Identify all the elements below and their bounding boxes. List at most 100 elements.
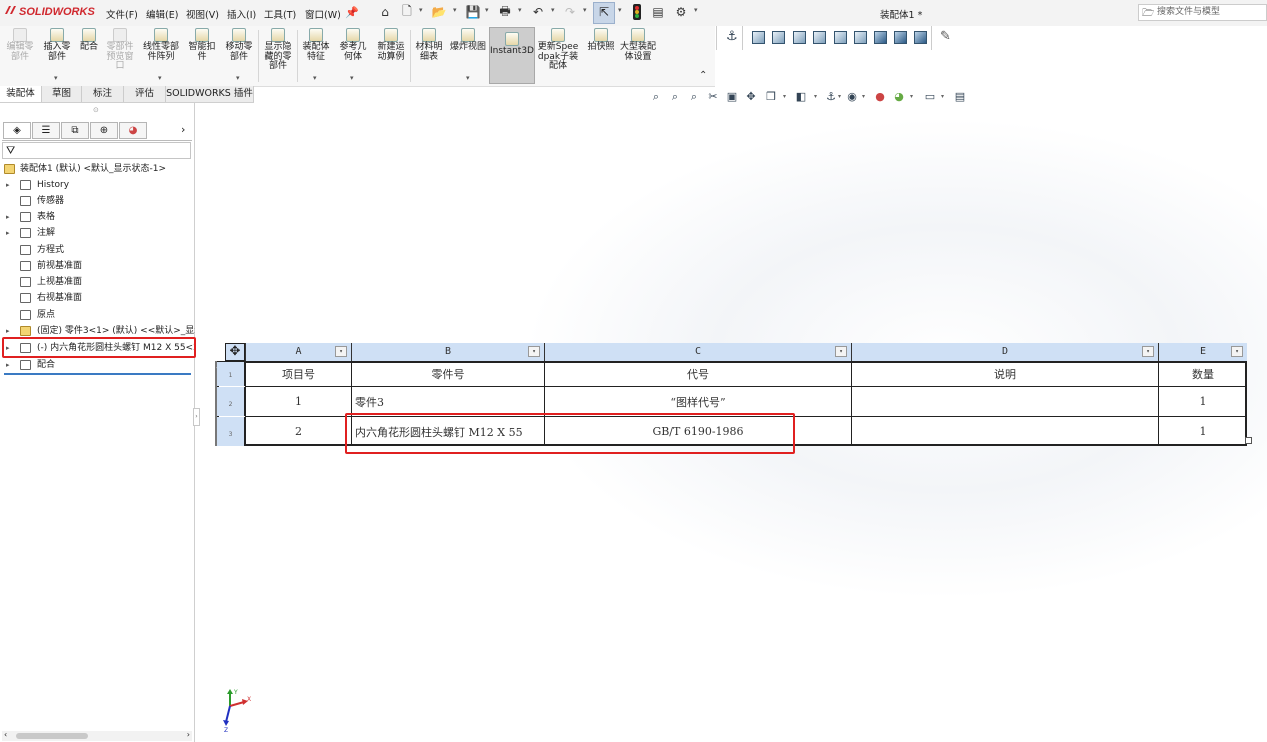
file-properties-icon[interactable]: ▤ <box>650 4 666 20</box>
take-snapshot-button[interactable]: 拍快照 <box>584 28 618 53</box>
bom-header-cell[interactable]: 数量 <box>1158 361 1247 386</box>
column-dropdown-icon[interactable]: ▾ <box>835 346 847 357</box>
trimetric-view-cube-icon[interactable] <box>894 31 907 44</box>
new-motion-study-button[interactable]: 新建运动算例 <box>374 28 408 62</box>
redo-icon[interactable]: ↷ <box>562 4 578 20</box>
tree-item-equations[interactable]: 方程式 <box>0 242 195 258</box>
tab-evaluate[interactable]: 评估 <box>124 86 166 102</box>
view-settings-dropdown-icon[interactable]: ▾ <box>941 93 944 100</box>
print-dropdown-icon[interactable]: ▾ <box>518 6 522 14</box>
isometric-view-cube-icon[interactable] <box>874 31 887 44</box>
bom-column-header-e[interactable]: E ▾ <box>1158 343 1247 361</box>
display-style-dropdown-icon[interactable]: ▾ <box>814 93 817 100</box>
exploded-view-button[interactable]: 爆炸视图 <box>450 28 486 53</box>
top-view-cube-icon[interactable] <box>834 31 847 44</box>
bom-row-header[interactable]: 2 <box>217 387 245 416</box>
assembly-features-button[interactable]: 装配体特征 <box>299 28 333 62</box>
scroll-thumb[interactable] <box>16 733 88 739</box>
undo-dropdown-icon[interactable]: ▾ <box>551 6 555 14</box>
home-icon[interactable]: ⌂ <box>377 4 393 20</box>
save-dropdown-icon[interactable]: ▾ <box>485 6 489 14</box>
linear-pattern-dropdown-icon[interactable]: ▾ <box>158 74 162 82</box>
assembly-features-dropdown-icon[interactable]: ▾ <box>313 74 317 82</box>
reference-geometry-dropdown-icon[interactable]: ▾ <box>350 74 354 82</box>
column-dropdown-icon[interactable]: ▾ <box>528 346 540 357</box>
tree-item-history[interactable]: ▸ History <box>0 177 195 193</box>
bom-cell[interactable]: 零件3 <box>351 386 544 416</box>
menu-edit[interactable]: 编辑(E) <box>146 7 178 21</box>
panel-collapse-arrow-icon[interactable]: › <box>193 408 200 426</box>
new-dropdown-icon[interactable]: ▾ <box>419 6 423 14</box>
bom-cell[interactable]: 2 <box>245 416 351 446</box>
display-style-icon[interactable]: ◧ <box>795 91 807 103</box>
pencil-icon[interactable]: ✎ <box>940 29 951 44</box>
tree-item-top-plane[interactable]: 上视基准面 <box>0 274 195 290</box>
select-dropdown-icon[interactable]: ▾ <box>618 6 622 14</box>
open-folder-icon[interactable]: 📂 <box>431 4 447 20</box>
feature-manager-tab-icon[interactable]: ◈ <box>3 122 31 139</box>
tree-item-mates[interactable]: ▸ 配合 <box>0 357 195 373</box>
panel-horizontal-scrollbar[interactable]: ‹ › <box>2 730 192 741</box>
bom-button[interactable]: 材料明细表 <box>412 28 446 62</box>
menu-file[interactable]: 文件(F) <box>106 7 138 21</box>
view-settings-monitor-icon[interactable]: ▭ <box>924 91 936 103</box>
move-component-dropdown-icon[interactable]: ▾ <box>236 74 240 82</box>
scene-dropdown-icon[interactable]: ▾ <box>910 93 913 100</box>
bom-cell[interactable] <box>851 386 1158 416</box>
search-input[interactable]: 🗁 搜索文件与模型 <box>1138 4 1267 21</box>
tree-item-annotations[interactable]: ▸ 注解 <box>0 225 195 241</box>
solidworks-logo[interactable]: SOLIDWORKS <box>4 5 95 18</box>
tree-item-sensors[interactable]: 传感器 <box>0 193 195 209</box>
smart-fasteners-button[interactable]: 智能扣件 <box>185 28 219 62</box>
expand-arrow-icon[interactable]: ▸ <box>6 357 10 373</box>
options-dropdown-icon[interactable]: ▾ <box>694 6 698 14</box>
appearance-ball-icon[interactable]: ● <box>874 91 886 103</box>
open-dropdown-icon[interactable]: ▾ <box>453 6 457 14</box>
dimxpert-manager-tab-icon[interactable]: ⊕ <box>90 122 118 139</box>
view-orientation-dropdown-icon[interactable]: ▾ <box>783 93 786 100</box>
table-move-handle-icon[interactable]: ✥ <box>225 343 245 361</box>
hide-show-dropdown-icon[interactable]: ▾ <box>838 93 841 100</box>
tree-filter-input[interactable]: ⛛ <box>2 142 191 159</box>
scroll-right-arrow-icon[interactable]: › <box>187 730 190 739</box>
move-component-button[interactable]: 移动零部件 <box>222 28 256 62</box>
zoom-to-area-icon[interactable]: ⌕ <box>669 91 681 103</box>
rebuild-traffic-light-icon[interactable] <box>629 4 645 20</box>
bom-row-header[interactable]: 1 <box>217 362 245 386</box>
front-view-cube-icon[interactable] <box>752 31 765 44</box>
component-preview-button[interactable]: 零部件预览窗口 <box>104 28 136 72</box>
bom-header-cell[interactable]: 项目号 <box>245 361 351 386</box>
bom-header-cell[interactable]: 零件号 <box>351 361 544 386</box>
update-speedpak-button[interactable]: 更新Speedpak子装配体 <box>537 28 579 72</box>
tree-item-right-plane[interactable]: 右视基准面 <box>0 290 195 306</box>
save-icon[interactable]: 💾 <box>465 4 481 20</box>
tab-markup[interactable]: 标注 <box>82 86 124 102</box>
redo-dropdown-icon[interactable]: ▾ <box>583 6 587 14</box>
exploded-view-dropdown-icon[interactable]: ▾ <box>466 74 470 82</box>
new-document-icon[interactable]: 🗋 <box>399 4 415 20</box>
right-view-cube-icon[interactable] <box>813 31 826 44</box>
display-manager-tab-icon[interactable]: ◕ <box>119 122 147 139</box>
expand-arrow-icon[interactable]: ▸ <box>6 209 10 225</box>
bottom-view-cube-icon[interactable] <box>854 31 867 44</box>
large-assembly-settings-button[interactable]: 大型装配体设置 <box>620 28 656 62</box>
edit-appearance-eye-icon[interactable]: ◉ <box>846 91 858 103</box>
eye-dropdown-icon[interactable]: ▾ <box>862 93 865 100</box>
bom-cell[interactable]: 1 <box>245 386 351 416</box>
bom-column-header-b[interactable]: B ▾ <box>351 343 544 361</box>
property-manager-tab-icon[interactable]: ☰ <box>32 122 60 139</box>
select-button[interactable]: ⇱ <box>593 2 615 24</box>
bom-cell[interactable]: “图样代号” <box>544 386 851 416</box>
bom-cell[interactable]: 1 <box>1158 386 1247 416</box>
tree-rollback-bar[interactable] <box>4 373 191 375</box>
collapse-ribbon-chevron-icon[interactable]: ⌃ <box>699 70 707 81</box>
dynamic-annotation-icon[interactable]: ▣ <box>726 91 738 103</box>
instant3d-button[interactable]: Instant3D <box>489 27 535 84</box>
tab-solidworks-addins[interactable]: SOLIDWORKS 插件 <box>166 86 254 102</box>
bom-header-cell[interactable]: 代号 <box>544 361 851 386</box>
table-resize-handle[interactable] <box>1245 437 1252 444</box>
dimetric-view-cube-icon[interactable] <box>914 31 927 44</box>
column-dropdown-icon[interactable]: ▾ <box>1231 346 1243 357</box>
back-view-cube-icon[interactable] <box>772 31 785 44</box>
tree-root-assembly[interactable]: 装配体1 (默认) <默认_显示状态-1> <box>0 161 195 177</box>
